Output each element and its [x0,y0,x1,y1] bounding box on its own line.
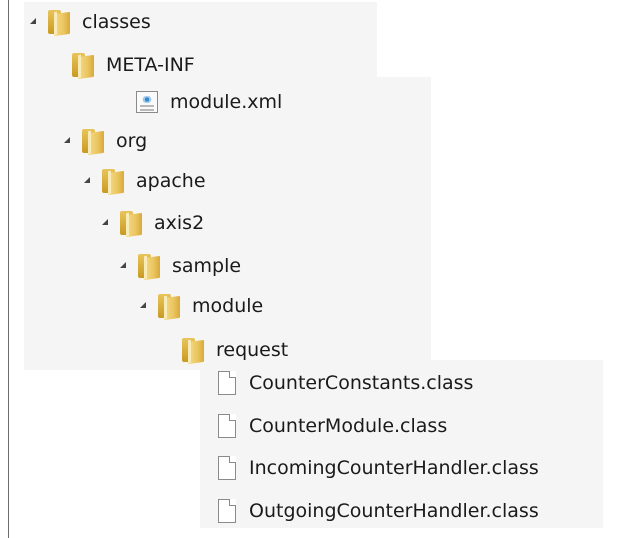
tree-node-label: org [116,130,148,152]
expand-arrow-icon[interactable] [30,18,36,24]
folder-icon [138,253,160,281]
tree-node-classes[interactable]: classes [30,4,151,40]
folder-icon [48,9,70,37]
tree-node-org[interactable]: org [64,123,147,159]
tree-node-label: OutgoingCounterHandler.class [249,500,539,522]
tree-node-label: module.xml [170,91,283,113]
tree-node-request[interactable]: request [182,332,288,368]
folder-icon [102,168,124,196]
folder-icon [120,210,142,238]
expand-arrow-icon[interactable] [140,302,146,308]
folder-icon [158,293,180,321]
folder-icon [82,128,104,156]
tree-node-sample[interactable]: sample [120,248,241,284]
tree-node-label: CounterModule.class [249,415,448,437]
tree-node-label: CounterConstants.class [249,372,474,394]
folder-icon [182,337,204,365]
class-file-icon [218,456,236,480]
tree-node-axis2[interactable]: axis2 [102,205,204,241]
tree-node-apache[interactable]: apache [84,163,206,199]
tree-node-meta-inf[interactable]: META-INF [72,47,195,83]
expand-arrow-icon[interactable] [64,137,70,143]
tree-node-label: request [216,339,289,361]
class-file-icon [218,371,236,395]
tree-node-label: classes [82,11,151,33]
tree-node-incoming-counter-handler[interactable]: IncomingCounterHandler.class [218,450,539,486]
tree-node-label: module [192,295,264,317]
tree-node-module-xml[interactable]: module.xml [136,84,282,120]
class-file-icon [218,414,236,438]
left-border [8,0,9,538]
tree-node-counter-constants[interactable]: CounterConstants.class [218,365,473,401]
tree-node-label: META-INF [106,54,195,76]
tree-node-outgoing-counter-handler[interactable]: OutgoingCounterHandler.class [218,493,539,529]
tree-band-middle [24,77,431,370]
tree-node-label: IncomingCounterHandler.class [249,457,539,479]
tree-node-label: axis2 [154,212,205,234]
expand-arrow-icon[interactable] [102,219,108,225]
xml-file-icon [136,91,158,113]
tree-node-label: sample [172,255,242,277]
tree-node-label: apache [136,170,206,192]
tree-node-module[interactable]: module [140,288,263,324]
class-file-icon [218,499,236,523]
expand-arrow-icon[interactable] [120,262,126,268]
folder-icon [72,52,94,80]
expand-arrow-icon[interactable] [84,177,90,183]
tree-node-counter-module[interactable]: CounterModule.class [218,408,447,444]
